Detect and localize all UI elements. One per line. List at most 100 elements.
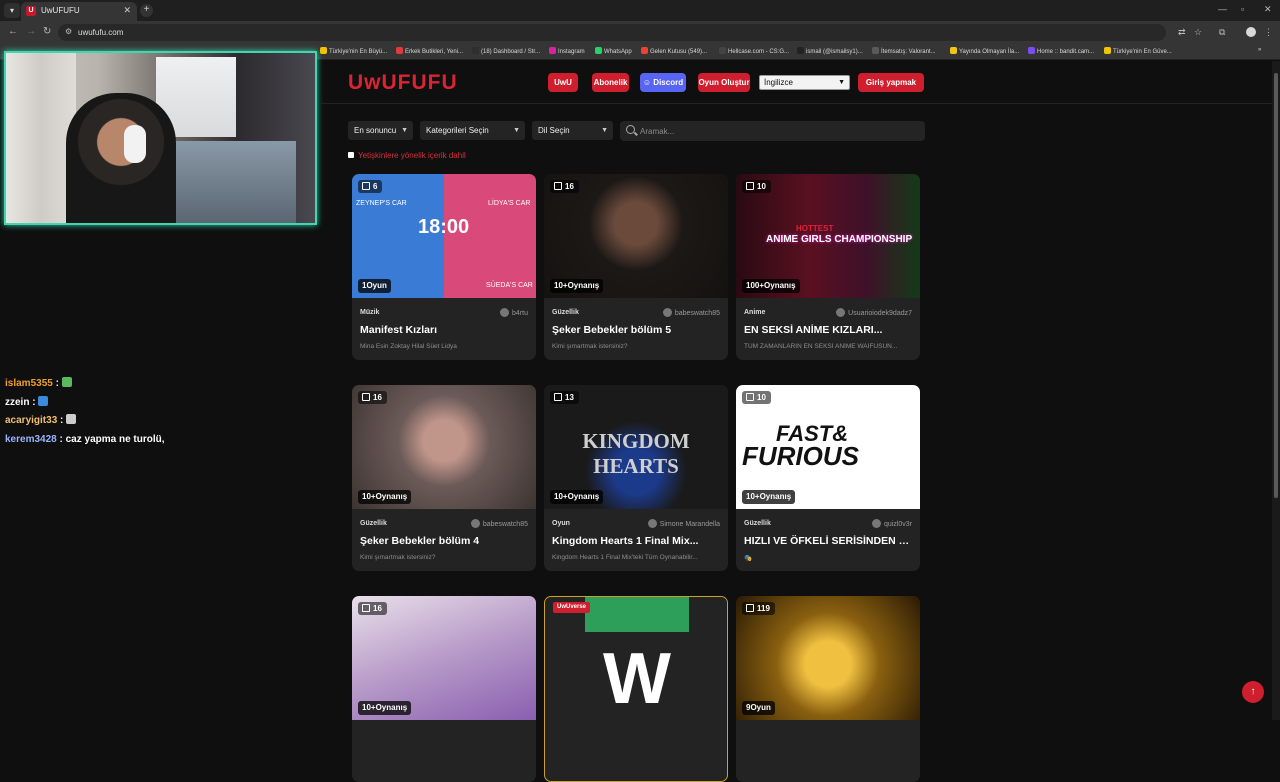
subscription-button[interactable]: Abonelik (592, 73, 629, 92)
nsfw-checkbox[interactable] (348, 152, 354, 158)
bookmark-favicon-icon (549, 47, 556, 54)
bookmark-favicon-icon (797, 47, 804, 54)
item-count-badge: 10 (742, 391, 771, 404)
discord-button[interactable]: ☺ Discord (640, 73, 686, 92)
card-title[interactable]: HIZLI VE ÖFKELİ SERİSİNDEN E... (744, 535, 914, 547)
game-card[interactable]: KINGDOM HEARTS 13 10+Oynanış Oyun Simone Mar… (544, 385, 728, 571)
bookmark-favicon-icon (719, 47, 726, 54)
search-input[interactable] (640, 124, 910, 138)
window-close-icon[interactable]: ✕ (1264, 4, 1272, 15)
game-card[interactable]: W UwUverse (544, 596, 728, 782)
author-name: b4rtu (512, 310, 528, 317)
minimize-icon[interactable]: — (1218, 4, 1227, 14)
category-select[interactable]: Kategorileri Seçin ▼ (420, 121, 525, 140)
card-author[interactable]: quizl0v3r (871, 519, 912, 528)
language-filter-select[interactable]: Dil Seçin ▼ (532, 121, 613, 140)
bookmark-item[interactable]: Home :: bandit.cam... (1028, 47, 1094, 55)
chat-emote-icon (61, 377, 72, 387)
bookmark-star-icon[interactable]: ☆ (1194, 27, 1202, 38)
site-info-icon[interactable]: ⚙ (65, 27, 72, 36)
browser-tab[interactable]: U UwUFUFU ✕ (21, 2, 137, 21)
cards-stack-icon (746, 182, 754, 190)
scroll-to-top-button[interactable]: ↑ (1242, 681, 1264, 703)
bookmark-label: Yayında Olmayan İlа... (959, 49, 1020, 55)
discord-label: Discord (653, 78, 684, 87)
reload-icon[interactable]: ↻ (43, 26, 51, 37)
maximize-icon[interactable]: ▫ (1241, 4, 1244, 14)
bookmark-label: WhatsApp (604, 49, 632, 55)
card-title[interactable]: Şeker Bebekler bölüm 4 (360, 535, 530, 547)
browser-menu-icon[interactable]: ⋮ (1264, 27, 1273, 38)
card-thumbnail[interactable]: W (545, 597, 727, 721)
bookmark-item[interactable]: Hellcase.com - CS:G... (719, 47, 789, 55)
bookmark-favicon-icon (1028, 47, 1035, 54)
bookmark-favicon-icon (950, 47, 957, 54)
bookmark-item[interactable]: WhatsApp (595, 47, 632, 55)
bookmark-favicon-icon (320, 47, 327, 54)
card-author[interactable]: b4rtu (500, 308, 528, 317)
card-title[interactable]: Manifest Kızları (360, 324, 530, 336)
card-author[interactable]: babeswatch85 (470, 519, 528, 528)
chat-username[interactable]: kerem3428 (5, 434, 57, 445)
bookmark-label: Hellcase.com - CS:G... (728, 49, 790, 55)
create-game-button[interactable]: Oyun Oluştur (698, 73, 750, 92)
game-card[interactable]: 16 10+Oynanış Güzellik babeswatch85 Şeker Be… (544, 174, 728, 360)
chat-username[interactable]: islam5355 (5, 378, 53, 389)
card-title[interactable]: Kingdom Hearts 1 Final Mix... (552, 535, 722, 547)
bookmark-favicon-icon (872, 47, 879, 54)
game-card[interactable]: FAST& FURIOUS 10 10+Oynanış Güzellik quizl0v3… (736, 385, 920, 571)
tab-close-icon[interactable]: ✕ (123, 5, 131, 16)
forward-icon[interactable]: → (26, 26, 36, 37)
item-count-badge: 16 (550, 180, 579, 193)
cards-stack-icon (362, 604, 370, 612)
translate-icon[interactable]: ⇄ (1178, 27, 1186, 38)
game-card[interactable]: 16 10+Oynanış (352, 596, 536, 782)
tab-search-icon[interactable]: ▾ (4, 3, 20, 18)
card-category: Güzellik (360, 520, 387, 527)
bookmark-item[interactable]: Yayında Olmayan İlа... (950, 47, 1019, 55)
card-title[interactable]: Şeker Bebekler bölüm 5 (552, 324, 722, 336)
uwu-button[interactable]: UwU (548, 73, 578, 92)
discord-icon: ☺ (642, 78, 654, 87)
sort-value: En sonuncu (354, 126, 397, 135)
url-field[interactable]: ⚙ uwufufu.com (58, 24, 1166, 41)
card-author[interactable]: Simone Marandella (647, 519, 720, 528)
game-card[interactable]: 119 9Oyun (736, 596, 920, 782)
card-author[interactable]: Usuarioiodek9dadz7 (836, 308, 912, 317)
card-category: Müzik (360, 309, 380, 316)
bookmark-item[interactable]: Erkek Butikleri, Yeni... (396, 47, 463, 55)
new-tab-icon[interactable]: + (140, 4, 153, 17)
login-button[interactable]: Giriş yapmak (858, 73, 924, 92)
profile-avatar[interactable] (1246, 27, 1256, 37)
card-title[interactable]: EN SEKSİ ANİME KIZLARI... (744, 324, 914, 336)
bookmarks-overflow-icon[interactable]: » (1258, 47, 1261, 53)
scrollbar-thumb[interactable] (1274, 73, 1278, 498)
bookmark-item[interactable]: (18) Dashboard / Str... (472, 47, 540, 55)
sort-select[interactable]: En sonuncu ▼ (348, 121, 413, 140)
nsfw-toggle[interactable]: Yetişkinlere yönelik içerik dahil (348, 151, 466, 160)
game-card[interactable]: HOTTEST ANIME GIRLS CHAMPIONSHIP 10 100+Oyn… (736, 174, 920, 360)
bookmark-item[interactable]: Instagram (549, 47, 585, 55)
scrollbar[interactable] (1272, 61, 1280, 720)
bookmark-item[interactable]: ismail (@ismailsy1)... (797, 47, 863, 55)
chat-username[interactable]: zzein (5, 397, 29, 408)
bookmark-item[interactable]: Türkiye'nin En Büyü... (320, 47, 387, 55)
card-author[interactable]: babeswatch85 (662, 308, 720, 317)
site-logo[interactable]: UwUFUFU (348, 71, 458, 95)
chat-username[interactable]: acaryigit33 (5, 415, 57, 426)
chat-separator: : (29, 396, 39, 408)
game-card[interactable]: 18:00 ZEYNEP'S CAR LİDYA'S CAR SÜEDA'S CAR 6… (352, 174, 536, 360)
cards-stack-icon (746, 604, 754, 612)
extensions-icon[interactable]: ⧉ (1219, 27, 1225, 38)
card-category: Anime (744, 309, 766, 316)
bookmark-item[interactable]: İtemsatış: Valorant... (872, 47, 936, 55)
bookmark-favicon-icon (641, 47, 648, 54)
back-icon[interactable]: ← (8, 26, 18, 37)
game-card[interactable]: 16 10+Oynanış Güzellik babeswatch85 Şeker Be… (352, 385, 536, 571)
bookmark-item[interactable]: Gelen Kutusu (549)... (641, 47, 707, 55)
chat-text: caz yapma ne turolü, (65, 433, 165, 445)
language-select[interactable]: İngilizce ▼ (759, 75, 850, 90)
item-count-badge: 16 (358, 602, 387, 615)
item-count: 16 (565, 182, 574, 191)
bookmark-item[interactable]: Türkiye'nin En Güve... (1104, 47, 1172, 55)
